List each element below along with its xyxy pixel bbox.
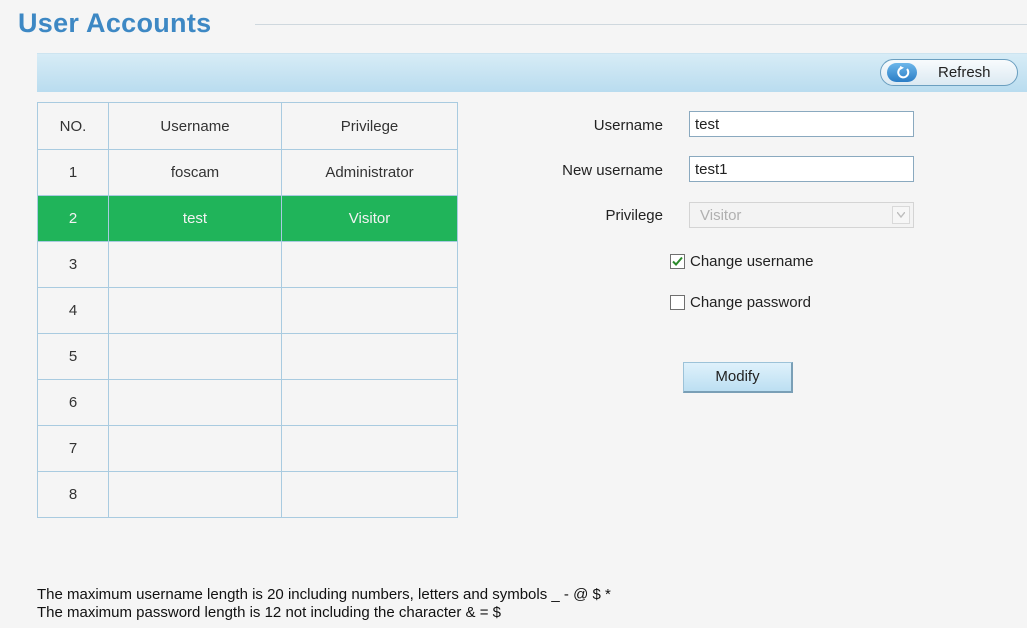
- row-privilege: [281, 333, 458, 380]
- privilege-label: Privilege: [605, 207, 663, 224]
- row-username: [108, 333, 282, 380]
- username-rule-note: The maximum username length is 20 includ…: [37, 586, 611, 603]
- table-header-row: NO. Username Privilege: [37, 102, 458, 150]
- column-header-no: NO.: [37, 102, 109, 150]
- username-label: Username: [593, 117, 663, 134]
- table-row[interactable]: 1 foscam Administrator: [37, 149, 458, 196]
- refresh-label: Refresh: [938, 64, 991, 81]
- toolbar: [37, 53, 1027, 92]
- row-username: [108, 471, 282, 518]
- row-username: [108, 379, 282, 426]
- row-number: 8: [37, 471, 109, 518]
- row-number: 1: [37, 149, 109, 196]
- new-username-label: New username: [562, 162, 663, 179]
- row-privilege: Administrator: [281, 149, 458, 196]
- column-header-username: Username: [108, 102, 282, 150]
- password-rule-note: The maximum password length is 12 not in…: [37, 604, 501, 621]
- change-password-label: Change password: [690, 294, 811, 311]
- row-username: [108, 425, 282, 472]
- new-username-field[interactable]: [689, 156, 914, 182]
- table-row[interactable]: 8: [37, 471, 458, 518]
- row-number: 6: [37, 379, 109, 426]
- username-field[interactable]: [689, 111, 914, 137]
- table-row[interactable]: 7: [37, 425, 458, 472]
- row-privilege: [281, 379, 458, 426]
- row-username: [108, 241, 282, 288]
- refresh-button[interactable]: Refresh: [880, 59, 1018, 86]
- row-number: 2: [37, 195, 109, 242]
- change-username-checkbox[interactable]: [670, 254, 685, 269]
- privilege-select-value: Visitor: [700, 207, 742, 224]
- modify-button[interactable]: Modify: [683, 362, 793, 393]
- column-header-privilege: Privilege: [281, 102, 458, 150]
- row-number: 5: [37, 333, 109, 380]
- row-privilege: [281, 287, 458, 334]
- change-username-label: Change username: [690, 253, 814, 270]
- row-username: test: [108, 195, 282, 242]
- table-row[interactable]: 6: [37, 379, 458, 426]
- row-privilege: Visitor: [281, 195, 458, 242]
- checkmark-icon: [672, 256, 683, 266]
- title-divider: [255, 24, 1027, 25]
- row-privilege: [281, 471, 458, 518]
- table-row[interactable]: 4: [37, 287, 458, 334]
- table-row[interactable]: 3: [37, 241, 458, 288]
- chevron-down-icon: [892, 206, 910, 224]
- row-username: [108, 287, 282, 334]
- refresh-icon: [887, 63, 917, 82]
- row-username: foscam: [108, 149, 282, 196]
- page-title: User Accounts: [18, 8, 212, 38]
- table-row[interactable]: 5: [37, 333, 458, 380]
- table-row-selected[interactable]: 2 test Visitor: [37, 195, 458, 242]
- row-number: 3: [37, 241, 109, 288]
- privilege-select[interactable]: Visitor: [689, 202, 914, 228]
- user-accounts-table: NO. Username Privilege 1 foscam Administ…: [37, 102, 458, 518]
- change-password-checkbox[interactable]: [670, 295, 685, 310]
- row-number: 4: [37, 287, 109, 334]
- row-privilege: [281, 425, 458, 472]
- row-privilege: [281, 241, 458, 288]
- row-number: 7: [37, 425, 109, 472]
